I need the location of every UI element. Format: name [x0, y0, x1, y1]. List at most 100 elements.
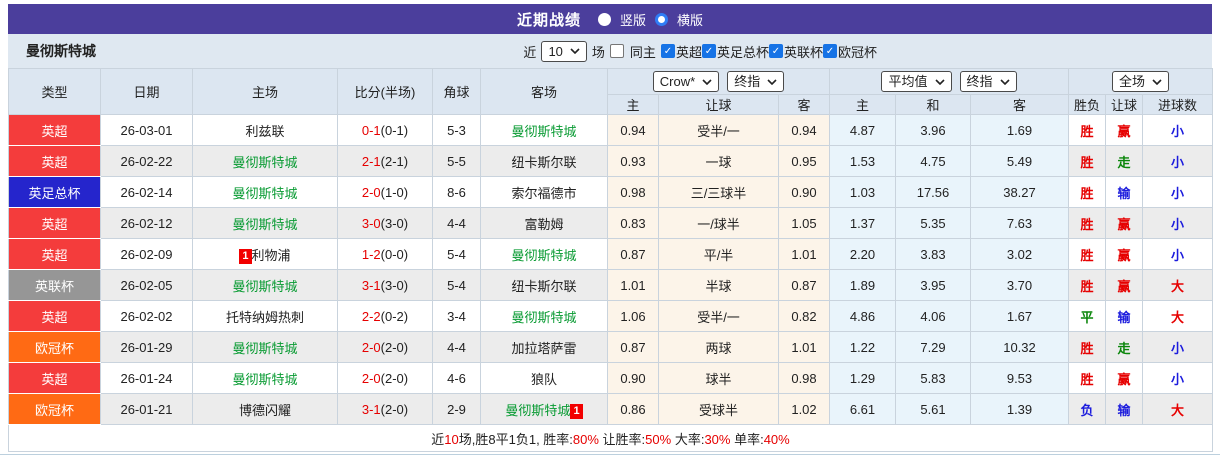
handicap-cell: 受半/一: [658, 114, 779, 146]
corner-cell: 4-6: [432, 362, 481, 394]
away-team-name: 索尔福德市: [511, 185, 577, 201]
average-select[interactable]: 平均值: [881, 71, 952, 92]
period-select[interactable]: 全场: [1112, 71, 1170, 92]
result-handicap: 走: [1105, 331, 1143, 363]
league-checkbox-3[interactable]: ✓: [768, 44, 783, 58]
result-outcome: 胜: [1068, 238, 1106, 270]
league-checkbox-1[interactable]: ✓: [660, 44, 675, 58]
bookmaker-index-select[interactable]: 终指: [727, 71, 785, 92]
summary-segment: 40%: [763, 431, 790, 447]
summary-segment: 10: [444, 431, 459, 447]
result-outcome: 胜: [1068, 269, 1106, 301]
league-badge: 英超: [8, 362, 101, 394]
result-outcome: 胜: [1068, 331, 1106, 363]
horizontal-layout-radio[interactable]: [655, 12, 668, 26]
avg-home-cell: 6.61: [829, 393, 896, 425]
result-goals: 小: [1141, 238, 1214, 270]
avg-home-cell: 4.87: [829, 114, 896, 146]
corner-cell: 2-9: [432, 393, 481, 425]
table-row: 欧冠杯 26-01-21 博德闪耀 3-1(2-0) 2-9 曼彻斯特城 1 0.86 受球半 1…: [8, 393, 1214, 425]
league-checkbox-label[interactable]: 欧冠杯: [838, 42, 877, 61]
col-header-odds-home: 主: [607, 94, 659, 115]
summary-segment: 30%: [704, 431, 731, 447]
away-team: 加拉塔萨雷: [480, 331, 608, 363]
summary-segment: 单率:: [730, 431, 764, 447]
same-home-checkbox[interactable]: [609, 44, 624, 58]
vertical-layout-label[interactable]: 竖版: [620, 10, 646, 29]
bookmaker-group-header: Crow* 终指: [607, 68, 830, 95]
result-outcome: 胜: [1068, 362, 1106, 394]
home-team: 曼彻斯特城: [192, 362, 338, 394]
odds-home-cell: 1.06: [607, 300, 659, 332]
league-checkbox-label[interactable]: 英联杯: [784, 42, 823, 61]
odds-away-cell: 0.94: [778, 114, 830, 146]
home-team: 博德闪耀: [192, 393, 338, 425]
filter-controls: 近 10 场 同主 ✓ 英超 ✓ 英足总杯 ✓ 英联杯 ✓ 欧冠杯: [523, 40, 877, 62]
avg-home-cell: 1.03: [829, 176, 896, 208]
league-checkbox-label[interactable]: 英足总杯: [717, 42, 769, 61]
score-cell: 2-2(0-2): [337, 300, 433, 332]
table-row: 英超 26-02-12 曼彻斯特城 3-0(3-0) 4-4 富勒姆 0.83 一/球半 1.0…: [8, 207, 1214, 239]
full-time-score: 3-0: [361, 215, 381, 231]
summary-text: 近10场,胜8平1负1, 胜率:80% 让胜率:50% 大率:30% 单率:40…: [7, 424, 1214, 452]
result-goals: 小: [1141, 145, 1214, 177]
odds-away-cell: 0.90: [778, 176, 830, 208]
avg-home-cell: 2.20: [829, 238, 896, 270]
league-checkbox-label[interactable]: 英超: [676, 42, 702, 61]
home-team: 曼彻斯特城: [192, 331, 338, 363]
page-title: 近期战绩: [516, 11, 581, 29]
result-handicap: 赢: [1105, 269, 1143, 301]
handicap-cell: 平/半: [658, 238, 779, 270]
average-index-select[interactable]: 终指: [959, 71, 1017, 92]
avg-away-cell: 10.32: [970, 331, 1069, 363]
score-cell: 3-1(3-0): [337, 269, 433, 301]
handicap-cell: 球半: [658, 362, 779, 394]
home-team: 托特纳姆热刺: [192, 300, 338, 332]
handicap-cell: 半球: [658, 269, 779, 301]
odds-away-cell: 1.01: [778, 331, 830, 363]
match-count-select[interactable]: 10: [541, 40, 587, 62]
league-checkbox-4[interactable]: ✓: [822, 44, 837, 58]
home-team: 曼彻斯特城: [192, 207, 338, 239]
half-time-score: (0-2): [380, 308, 409, 324]
handicap-cell: 三/三球半: [658, 176, 779, 208]
horizontal-layout-label[interactable]: 横版: [677, 10, 703, 29]
score-cell: 0-1(0-1): [337, 114, 433, 146]
avg-draw-cell: 5.35: [895, 207, 971, 239]
avg-draw-cell: 3.95: [895, 269, 971, 301]
score-cell: 1-2(0-0): [337, 238, 433, 270]
same-home-label[interactable]: 同主: [630, 42, 656, 61]
col-header-goals: 进球数: [1141, 94, 1214, 115]
table-row: 英超 26-02-09 1 利物浦 1-2(0-0) 5-4 曼彻斯特城 0.87 平/半 1.0…: [8, 238, 1214, 270]
vertical-layout-radio[interactable]: [597, 12, 611, 26]
away-team-name: 曼彻斯特城: [505, 402, 571, 418]
summary-row: 近10场,胜8平1负1, 胜率:80% 让胜率:50% 大率:30% 单率:40…: [7, 424, 1214, 452]
away-team: 纽卡斯尔联: [480, 145, 608, 177]
odds-away-cell: 0.98: [778, 362, 830, 394]
away-team-name: 加拉塔萨雷: [511, 340, 577, 356]
avg-draw-cell: 7.29: [895, 331, 971, 363]
half-time-score: (2-0): [380, 370, 409, 386]
col-header-handicap: 让球: [658, 94, 779, 115]
avg-draw-cell: 3.83: [895, 238, 971, 270]
col-header-avg-home: 主: [829, 94, 896, 115]
bottom-divider: [0, 454, 1220, 455]
bookmaker-select[interactable]: Crow*: [652, 71, 720, 92]
league-badge: 英超: [8, 300, 101, 332]
league-checkbox-2[interactable]: ✓: [701, 44, 716, 58]
home-team-name: 博德闪耀: [238, 402, 291, 418]
away-team: 曼彻斯特城 1: [480, 393, 608, 425]
result-goals: 大: [1141, 300, 1214, 332]
result-handicap: 赢: [1105, 114, 1143, 146]
chevron-down-icon: [767, 78, 777, 85]
half-time-score: (2-1): [380, 153, 409, 169]
away-team: 曼彻斯特城: [480, 300, 608, 332]
date-cell: 26-01-29: [100, 331, 193, 363]
results-tbody: 英超 26-03-01 利兹联 0-1(0-1) 5-3 曼彻斯特城 0.94 受半/一 0.9…: [8, 114, 1214, 425]
result-outcome: 负: [1068, 393, 1106, 425]
score-cell: 2-0(1-0): [337, 176, 433, 208]
avg-home-cell: 4.86: [829, 300, 896, 332]
table-row: 英超 26-02-02 托特纳姆热刺 2-2(0-2) 3-4 曼彻斯特城 1.06 受半/一…: [8, 300, 1214, 332]
date-cell: 26-02-09: [100, 238, 193, 270]
half-time-score: (3-0): [380, 215, 409, 231]
